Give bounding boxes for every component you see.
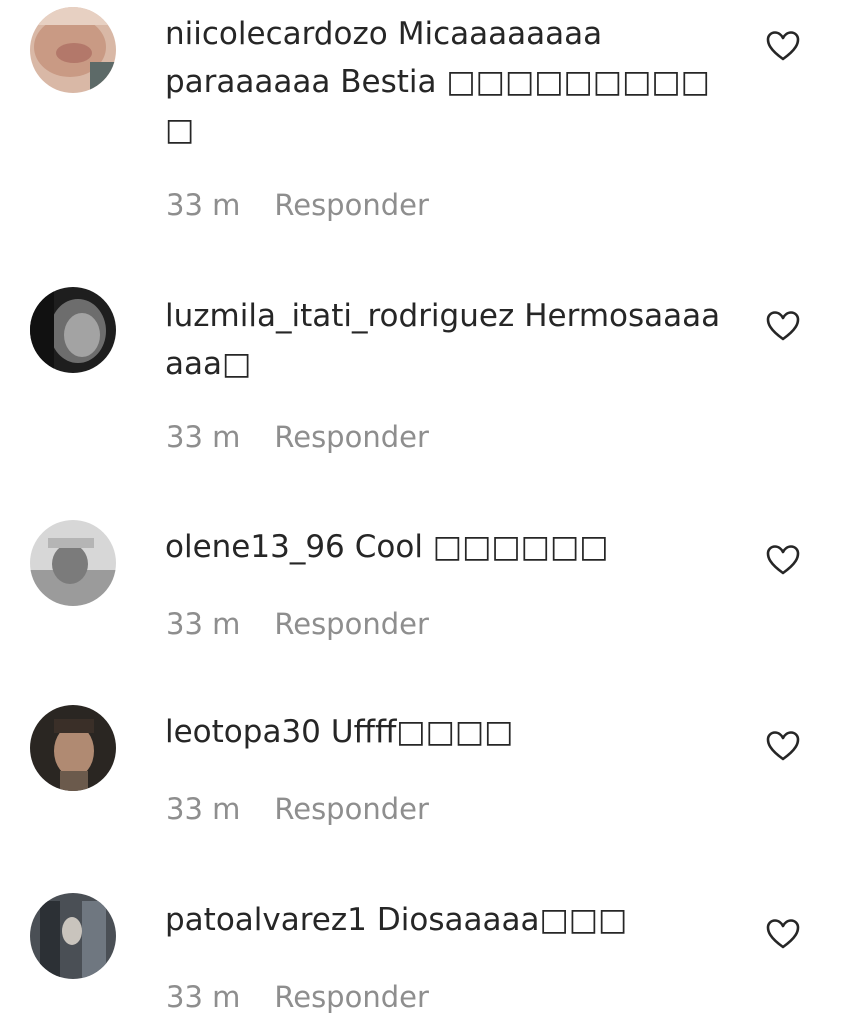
comment-text: niicolecardozo Micaaaaaaaa paraaaaaa Best… <box>165 10 725 154</box>
avatar-image <box>30 705 116 791</box>
comment-username[interactable]: olene13_96 <box>165 529 345 565</box>
reply-button[interactable]: Responder <box>274 792 429 826</box>
comments-list: niicolecardozo Micaaaaaaaa paraaaaaa Best… <box>0 0 857 1014</box>
comment-meta: 33 m Responder <box>166 420 429 454</box>
avatar-image <box>30 287 116 373</box>
comment-time: 33 m <box>166 980 241 1014</box>
avatar-image <box>30 7 116 93</box>
comment-meta: 33 m Responder <box>166 607 429 641</box>
comment-item: patoalvarez1 Diosaaaaa□□□ 33 m Responder <box>0 888 857 1014</box>
avatar[interactable] <box>30 287 116 373</box>
comment-username[interactable]: patoalvarez1 <box>165 902 367 938</box>
heart-outline-icon[interactable] <box>766 544 800 576</box>
avatar[interactable] <box>30 893 116 979</box>
comment-username[interactable]: leotopa30 <box>165 714 321 750</box>
comment-text: patoalvarez1 Diosaaaaa□□□ <box>165 896 725 944</box>
reply-button[interactable]: Responder <box>274 980 429 1014</box>
comment-item: leotopa30 Uffff□□□□ 33 m Responder <box>0 700 857 850</box>
reply-button[interactable]: Responder <box>274 420 429 454</box>
comment-username[interactable]: luzmila_itati_rodriguez <box>165 298 514 334</box>
avatar-image <box>30 893 116 979</box>
comment-item: niicolecardozo Micaaaaaaaa paraaaaaa Best… <box>0 0 857 260</box>
comment-meta: 33 m Responder <box>166 792 429 826</box>
comment-time: 33 m <box>166 420 241 454</box>
comment-body: Diosaaaaa□□□ <box>376 902 628 938</box>
comment-text: olene13_96 Cool □□□□□□ <box>165 523 725 571</box>
comment-time: 33 m <box>166 188 241 222</box>
reply-button[interactable]: Responder <box>274 607 429 641</box>
heart-outline-icon[interactable] <box>766 730 800 762</box>
comment-body: Cool □□□□□□ <box>354 529 609 565</box>
heart-outline-icon[interactable] <box>766 30 800 62</box>
comment-time: 33 m <box>166 607 241 641</box>
reply-button[interactable]: Responder <box>274 188 429 222</box>
comment-body: Uffff□□□□ <box>330 714 514 750</box>
heart-outline-icon[interactable] <box>766 310 800 342</box>
avatar[interactable] <box>30 7 116 93</box>
comment-meta: 33 m Responder <box>166 188 429 222</box>
comment-text: leotopa30 Uffff□□□□ <box>165 708 725 756</box>
comment-time: 33 m <box>166 792 241 826</box>
comment-meta: 33 m Responder <box>166 980 429 1014</box>
avatar-image <box>30 520 116 606</box>
comment-item: olene13_96 Cool □□□□□□ 33 m Responder <box>0 515 857 665</box>
comment-text: luzmila_itati_rodriguez Hermosaaaaaaa□ <box>165 292 725 388</box>
avatar[interactable] <box>30 705 116 791</box>
comment-username[interactable]: niicolecardozo <box>165 16 388 52</box>
avatar[interactable] <box>30 520 116 606</box>
comment-item: luzmila_itati_rodriguez Hermosaaaaaaa□ 33… <box>0 282 857 472</box>
heart-outline-icon[interactable] <box>766 918 800 950</box>
